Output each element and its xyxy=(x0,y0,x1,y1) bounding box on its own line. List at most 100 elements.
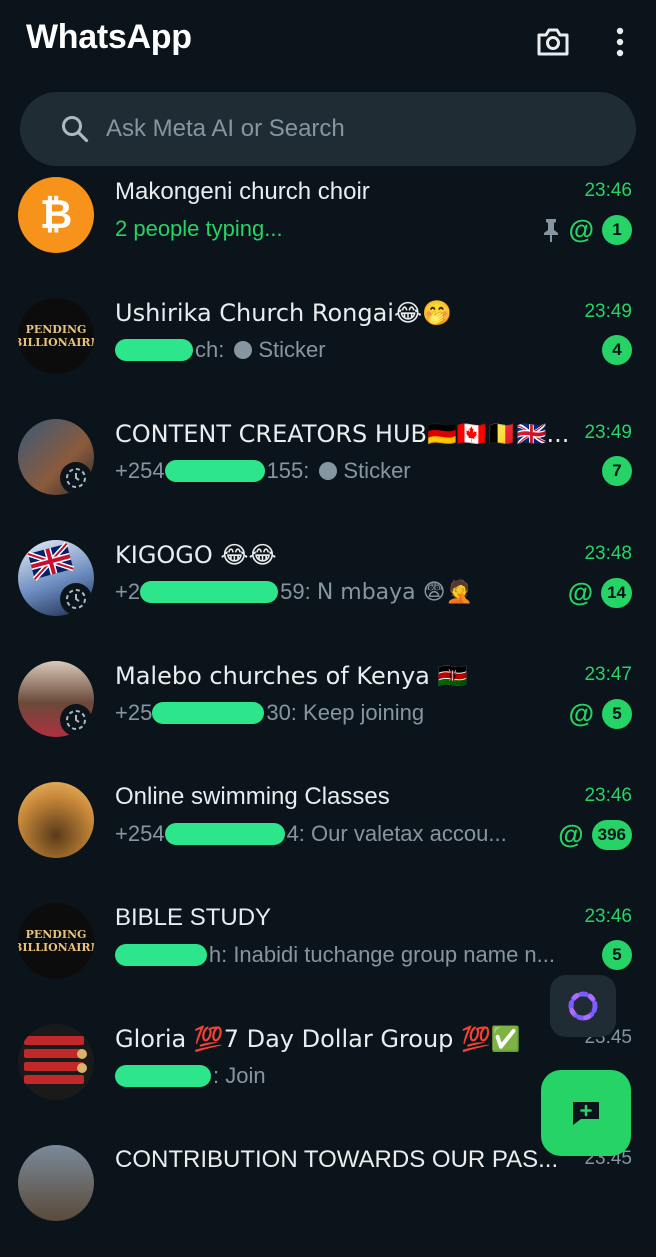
avatar: ₿ xyxy=(18,177,94,253)
meta-ai-icon xyxy=(568,991,598,1021)
chat-meta: 7 xyxy=(602,456,632,486)
avatar-text: BILLIONAIRE xyxy=(18,941,94,954)
mention-icon: @ xyxy=(558,819,584,849)
redaction-mark xyxy=(115,339,193,361)
redaction-mark xyxy=(115,944,207,966)
chat-row[interactable]: PENDING BILLIONAIRE Ushirika Church Rong… xyxy=(0,289,656,410)
chat-name: CONTRIBUTION TOWARDS OUR PAS... xyxy=(115,1146,559,1173)
preview-text: N mbaya 😨🤦 xyxy=(316,579,473,605)
search-bar[interactable] xyxy=(20,92,636,166)
unread-badge: 7 xyxy=(602,456,632,486)
preview-sender: : xyxy=(213,1063,220,1088)
mention-icon: @ xyxy=(567,577,594,607)
mention-icon: @ xyxy=(568,214,594,244)
unread-badge: 396 xyxy=(591,819,632,850)
camera-icon[interactable] xyxy=(533,22,573,62)
preview-sender-start: +254 xyxy=(115,458,165,483)
preview-text: Join xyxy=(225,1063,266,1088)
chat-meta: @ 1 xyxy=(541,214,632,245)
redaction-mark xyxy=(152,702,265,724)
bitcoin-icon: ₿ xyxy=(40,192,73,238)
preview-sender-start: +2 xyxy=(115,579,141,604)
sticker-icon xyxy=(319,462,338,480)
redaction-mark xyxy=(164,823,285,845)
avatar xyxy=(18,1024,94,1100)
sticker-icon xyxy=(234,341,253,359)
chat-time: 23:49 xyxy=(584,422,632,443)
preview-text: Sticker xyxy=(258,337,326,362)
chat-name: Ushirika Church Rongai😂🤭 xyxy=(115,299,452,327)
unread-badge: 5 xyxy=(602,940,632,970)
redaction-mark xyxy=(115,1065,211,1087)
chat-time: 23:46 xyxy=(584,906,632,927)
status-icon xyxy=(60,704,92,736)
preview-sender: 155: xyxy=(266,458,310,483)
preview-sender-start: +25 xyxy=(115,700,153,725)
new-chat-button[interactable] xyxy=(541,1070,631,1156)
chat-preview: +254 4: Our valetax accou... xyxy=(115,821,507,847)
preview-sender: 4: xyxy=(286,821,305,846)
chat-row[interactable]: Online swimming Classes 23:46 +254 4: Ou… xyxy=(0,773,656,894)
pin-icon xyxy=(543,218,558,242)
chat-name: Gloria 💯7 Day Dollar Group 💯✅ xyxy=(115,1025,521,1053)
unread-badge: 5 xyxy=(602,698,632,729)
app-title: WhatsApp xyxy=(26,18,192,56)
redaction-mark xyxy=(140,581,279,603)
avatar: PENDING BILLIONAIRE xyxy=(18,298,94,374)
chat-name: Makongeni church choir xyxy=(115,178,370,205)
chat-row[interactable]: Malebo churches of Kenya 🇰🇪 23:47 +25 30… xyxy=(0,652,656,773)
avatar xyxy=(18,1145,94,1221)
chat-time: 23:47 xyxy=(584,664,632,685)
chat-row[interactable]: ₿ Makongeni church choir 23:46 2 people … xyxy=(0,168,656,289)
meta-ai-button[interactable] xyxy=(550,975,616,1037)
unread-badge: 14 xyxy=(601,577,632,608)
chat-preview: h: Inabidi tuchange group name n... xyxy=(115,942,555,968)
preview-text: Our valetax accou... xyxy=(311,821,507,846)
mention-icon: @ xyxy=(568,698,594,728)
redaction-mark xyxy=(164,460,265,482)
chat-time: 23:49 xyxy=(584,301,632,322)
chat-meta: 5 xyxy=(602,940,632,970)
preview-text: Inabidi tuchange group name n... xyxy=(233,942,555,967)
preview-text: Sticker xyxy=(343,458,411,483)
chat-name: Online swimming Classes xyxy=(115,783,390,810)
chat-meta: @ 14 xyxy=(568,577,632,608)
chat-name: Malebo churches of Kenya 🇰🇪 xyxy=(115,662,468,690)
chat-name: CONTENT CREATORS HUB🇩🇪🇨🇦🇧🇪🇬🇧... xyxy=(115,420,570,448)
search-input[interactable] xyxy=(104,114,588,144)
status-icon xyxy=(60,462,92,494)
preview-sender: 30: xyxy=(266,700,297,725)
preview-sender: h: xyxy=(208,942,228,967)
avatar: PENDING BILLIONAIRE xyxy=(18,903,94,979)
svg-text:₿: ₿ xyxy=(40,192,73,238)
chat-preview: +254 155: Sticker xyxy=(115,458,411,484)
more-options-icon[interactable] xyxy=(600,22,640,62)
chat-time: 23:46 xyxy=(584,785,632,806)
avatar-text: BILLIONAIRE xyxy=(18,336,94,349)
app-header: WhatsApp xyxy=(0,0,656,85)
preview-sender: ch: xyxy=(195,337,225,362)
chat-preview: +25 30: Keep joining xyxy=(115,700,424,726)
unread-badge: 4 xyxy=(602,335,632,365)
preview-sender-start: +254 xyxy=(115,821,165,846)
search-icon xyxy=(62,116,89,143)
chat-row[interactable]: CONTENT CREATORS HUB🇩🇪🇨🇦🇧🇪🇬🇧... 23:49 +2… xyxy=(0,410,656,531)
chat-preview: ch: Sticker xyxy=(115,337,326,363)
chat-name: BIBLE STUDY xyxy=(115,904,272,931)
chat-time: 23:48 xyxy=(584,543,632,564)
avatar-text: PENDING xyxy=(25,323,87,336)
chat-preview: 2 people typing... xyxy=(115,216,283,241)
chat-meta: @ 5 xyxy=(569,698,632,729)
chat-preview: +2 59: N mbaya 😨🤦 xyxy=(115,579,473,605)
avatar-text: PENDING xyxy=(25,928,87,941)
chat-name: KIGOGO 😂😂 xyxy=(115,541,277,569)
preview-sender: 59: xyxy=(280,579,311,604)
chat-row[interactable]: KIGOGO 😂😂 23:48 +2 59: N mbaya 😨🤦 @ 14 xyxy=(0,531,656,652)
chat-time: 23:46 xyxy=(584,180,632,201)
preview-text: Keep joining xyxy=(303,700,425,725)
chat-preview: : Join xyxy=(115,1063,266,1089)
status-icon xyxy=(60,583,92,615)
new-chat-icon xyxy=(573,1102,599,1125)
unread-badge: 1 xyxy=(602,214,632,245)
avatar xyxy=(18,782,94,858)
